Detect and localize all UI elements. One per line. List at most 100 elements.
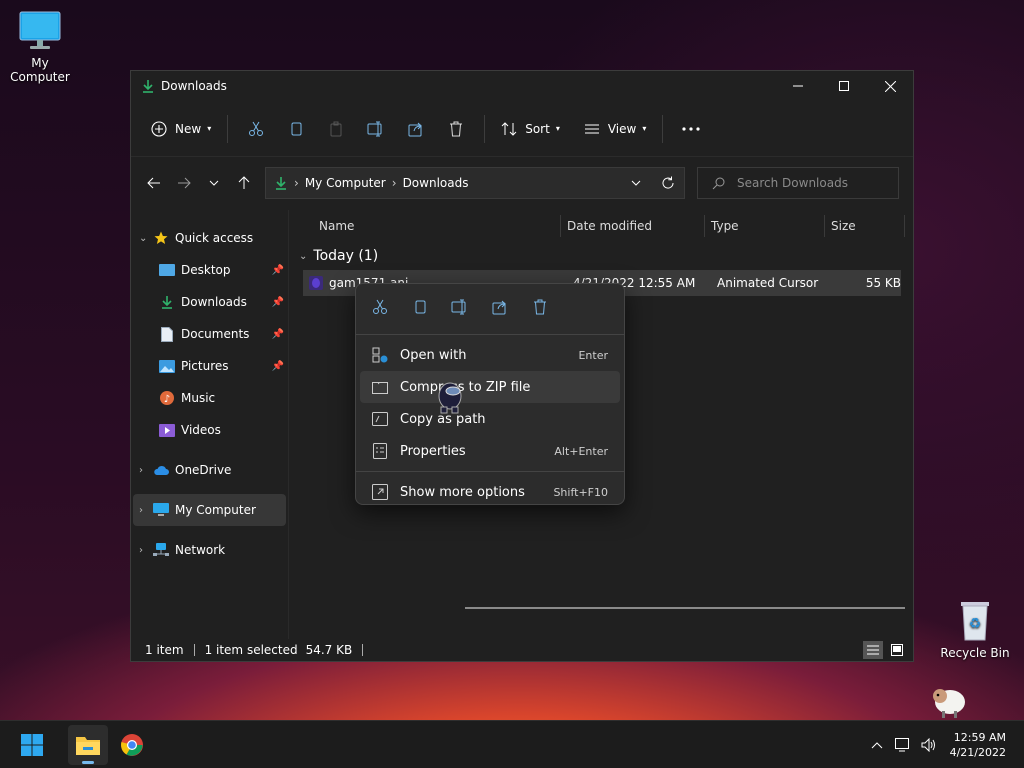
copy-icon bbox=[415, 300, 426, 314]
column-header-size[interactable]: Size bbox=[825, 215, 905, 237]
details-view-button[interactable] bbox=[863, 641, 883, 659]
desktop-icon-my-computer[interactable]: My Computer bbox=[0, 10, 80, 84]
sidebar-item-my-computer[interactable]: › My Computer bbox=[133, 494, 286, 526]
search-icon bbox=[712, 177, 725, 189]
column-header-type[interactable]: Type bbox=[705, 215, 825, 237]
pin-icon: 📌 bbox=[271, 264, 284, 276]
recent-locations-button[interactable] bbox=[199, 168, 229, 198]
window-title: Downloads bbox=[161, 79, 227, 93]
taskbar-chrome[interactable] bbox=[112, 725, 152, 765]
minimize-button[interactable] bbox=[775, 71, 821, 101]
paste-icon bbox=[330, 121, 342, 136]
status-separator bbox=[193, 644, 195, 656]
sidebar-item-label: Network bbox=[175, 543, 226, 557]
context-delete-button[interactable] bbox=[520, 291, 560, 323]
sidebar-item-videos[interactable]: Videos bbox=[131, 414, 288, 446]
sort-button[interactable]: Sort ▾ bbox=[493, 113, 568, 145]
show-hidden-icons-button[interactable] bbox=[864, 741, 890, 749]
address-bar[interactable]: › My Computer › Downloads bbox=[265, 167, 685, 199]
details-view-icon bbox=[867, 645, 879, 655]
status-selected: 1 item selected bbox=[204, 643, 298, 657]
chevron-down-icon: ▾ bbox=[555, 124, 560, 133]
network-icon bbox=[153, 542, 169, 558]
taskbar-clock[interactable]: 12:59 AM 4/21/2022 bbox=[950, 730, 1006, 760]
up-button[interactable] bbox=[229, 168, 259, 198]
menu-item-label: Compress to ZIP file bbox=[400, 379, 531, 395]
paste-button[interactable] bbox=[316, 113, 356, 145]
sort-label: Sort bbox=[525, 121, 550, 136]
desktop-icon-recycle-bin[interactable]: ♻ Recycle Bin bbox=[935, 598, 1015, 660]
context-menu-separator bbox=[356, 471, 624, 472]
column-header-name[interactable]: Name bbox=[289, 215, 561, 237]
monitor-icon bbox=[153, 502, 169, 518]
context-rename-button[interactable] bbox=[440, 291, 480, 323]
context-share-button[interactable] bbox=[480, 291, 520, 323]
context-copy-button[interactable] bbox=[400, 291, 440, 323]
start-button[interactable] bbox=[12, 725, 52, 765]
svg-text:♪: ♪ bbox=[164, 394, 170, 405]
menu-item-show-more-options[interactable]: Show more options Shift+F10 bbox=[360, 476, 620, 508]
sidebar-item-downloads[interactable]: Downloads 📌 bbox=[131, 286, 288, 318]
sidebar-item-desktop[interactable]: Desktop 📌 bbox=[131, 254, 288, 286]
taskbar: 12:59 AM 4/21/2022 bbox=[0, 720, 1024, 768]
close-icon bbox=[884, 80, 896, 92]
tiles-view-button[interactable] bbox=[887, 641, 907, 659]
title-bar[interactable]: Downloads bbox=[131, 71, 913, 101]
pin-icon: 📌 bbox=[271, 328, 284, 340]
menu-item-copy-as-path[interactable]: Copy as path bbox=[360, 403, 620, 435]
chevron-right-icon[interactable]: › bbox=[139, 465, 153, 476]
rename-button[interactable] bbox=[356, 113, 396, 145]
share-button[interactable] bbox=[396, 113, 436, 145]
sidebar-item-quick-access[interactable]: ⌄ Quick access bbox=[131, 222, 288, 254]
sheep-pet-icon[interactable] bbox=[928, 680, 968, 720]
network-tray-button[interactable] bbox=[890, 737, 916, 752]
horizontal-scrollbar[interactable] bbox=[465, 607, 905, 609]
status-size: 54.7 KB bbox=[305, 643, 353, 657]
maximize-button[interactable] bbox=[821, 71, 867, 101]
command-bar: New ▾ Sort ▾ View ▾ bbox=[131, 101, 913, 157]
sidebar-item-label: Pictures bbox=[181, 359, 229, 373]
rename-icon bbox=[367, 121, 382, 136]
group-header-today[interactable]: ⌄ Today (1) bbox=[289, 242, 913, 270]
refresh-icon bbox=[662, 176, 674, 189]
arrow-right-icon bbox=[178, 177, 191, 189]
volume-tray-button[interactable] bbox=[916, 737, 942, 752]
chevron-right-icon[interactable]: › bbox=[139, 505, 153, 516]
menu-item-open-with[interactable]: Open with Enter bbox=[360, 339, 620, 371]
refresh-button[interactable] bbox=[652, 168, 684, 198]
windows-logo-icon bbox=[21, 733, 43, 756]
back-button[interactable] bbox=[139, 168, 169, 198]
download-arrow-icon bbox=[143, 80, 153, 93]
search-box[interactable] bbox=[697, 167, 899, 199]
sidebar-item-network[interactable]: › Network bbox=[131, 534, 288, 566]
address-history-button[interactable] bbox=[620, 168, 652, 198]
cut-button[interactable] bbox=[236, 113, 276, 145]
recycle-bin-icon: ♻ bbox=[961, 602, 989, 641]
sidebar-item-onedrive[interactable]: › OneDrive bbox=[131, 454, 288, 486]
taskbar-file-explorer[interactable] bbox=[68, 724, 108, 765]
column-header-date[interactable]: Date modified bbox=[561, 215, 705, 237]
breadcrumb-downloads[interactable]: Downloads bbox=[403, 176, 469, 190]
search-input[interactable] bbox=[737, 176, 887, 190]
cloud-icon bbox=[153, 462, 169, 478]
share-icon bbox=[408, 122, 422, 136]
delete-button[interactable] bbox=[436, 113, 476, 145]
menu-item-compress-zip[interactable]: Compress to ZIP file bbox=[360, 371, 620, 403]
copy-button[interactable] bbox=[276, 113, 316, 145]
sidebar-item-pictures[interactable]: Pictures 📌 bbox=[131, 350, 288, 382]
more-options-button[interactable] bbox=[671, 113, 711, 145]
chevron-right-icon[interactable]: › bbox=[139, 545, 153, 556]
chrome-icon bbox=[121, 733, 143, 756]
download-arrow-icon bbox=[159, 294, 175, 310]
sidebar-item-music[interactable]: ♪ Music bbox=[131, 382, 288, 414]
chevron-down-icon[interactable]: ⌄ bbox=[139, 233, 153, 244]
sidebar-item-documents[interactable]: Documents 📌 bbox=[131, 318, 288, 350]
forward-button[interactable] bbox=[169, 168, 199, 198]
close-button[interactable] bbox=[867, 71, 913, 101]
pin-icon: 📌 bbox=[271, 360, 284, 372]
context-cut-button[interactable] bbox=[360, 291, 400, 323]
breadcrumb-my-computer[interactable]: My Computer bbox=[305, 176, 386, 190]
menu-item-properties[interactable]: Properties Alt+Enter bbox=[360, 435, 620, 467]
view-button[interactable]: View ▾ bbox=[576, 113, 655, 145]
new-button[interactable]: New ▾ bbox=[143, 113, 219, 145]
